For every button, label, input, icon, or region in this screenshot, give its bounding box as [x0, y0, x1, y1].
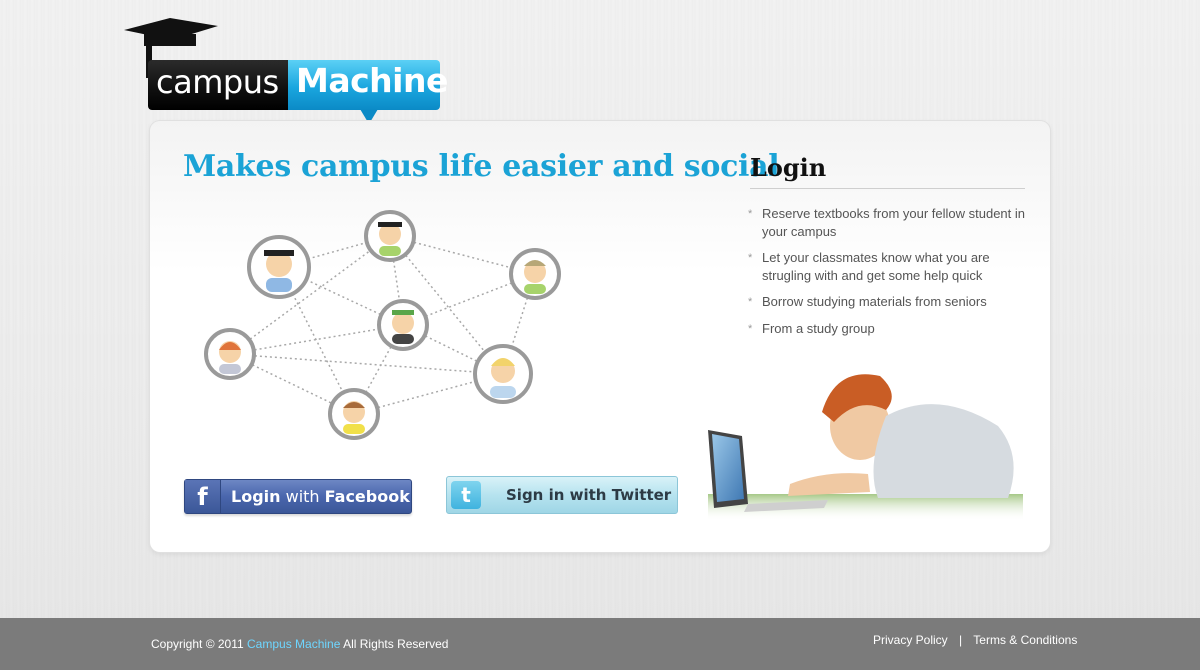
footer-separator: |	[959, 633, 963, 647]
campus-machine-logo[interactable]: campus Machine	[120, 18, 450, 124]
privacy-policy-link[interactable]: Privacy Policy	[873, 633, 948, 647]
feature-text: Borrow studying materials from seniors	[762, 294, 987, 309]
feature-text: Let your classmates know what you are st…	[762, 250, 990, 283]
twitter-button-label: Sign in with Twitter	[506, 486, 672, 504]
student-with-laptop-image	[708, 374, 1023, 521]
login-divider	[750, 188, 1025, 189]
footer-links: Privacy Policy | Terms & Conditions	[873, 633, 1077, 647]
feature-list: * Reserve textbooks from your fellow stud…	[748, 205, 1033, 346]
login-with-facebook-button[interactable]: f Login with Facebook	[184, 479, 412, 514]
logo-word-campus: campus	[156, 63, 279, 101]
main-card: Makes campus life easier and social Logi…	[150, 121, 1050, 552]
feature-item: * Borrow studying materials from seniors	[748, 293, 1033, 311]
avatar-cap-student	[364, 210, 416, 262]
copyright-text: Copyright © 2011 Campus Machine All Righ…	[151, 637, 449, 651]
terms-and-conditions-link[interactable]: Terms & Conditions	[973, 633, 1077, 647]
feature-text: From a study group	[762, 321, 875, 336]
social-network-illustration	[204, 210, 561, 440]
hero-tagline: Makes campus life easier and social	[183, 149, 780, 184]
logo-word-machine: Machine	[296, 61, 448, 100]
feature-item: * Let your classmates know what you are s…	[748, 249, 1033, 285]
feature-item: * Reserve textbooks from your fellow stud…	[748, 205, 1033, 241]
avatar-boy-right	[509, 248, 561, 300]
feature-text: Reserve textbooks from your fellow stude…	[762, 206, 1026, 239]
asterisk-icon: *	[748, 323, 753, 335]
login-heading: Login	[750, 153, 827, 182]
facebook-icon: f	[185, 480, 221, 513]
avatar-bottom	[328, 388, 380, 440]
sign-in-with-twitter-button[interactable]: t Sign in with Twitter	[446, 476, 678, 514]
feature-item: * From a study group	[748, 320, 1033, 338]
asterisk-icon: *	[748, 296, 753, 308]
facebook-button-label: Login with Facebook	[231, 487, 410, 506]
asterisk-icon: *	[748, 208, 753, 220]
twitter-icon: t	[451, 481, 481, 509]
avatar-center	[377, 299, 429, 351]
footer-brand-link[interactable]: Campus Machine	[247, 637, 340, 651]
avatar-girl-left	[204, 328, 256, 380]
asterisk-icon: *	[748, 252, 753, 264]
avatar-blond-thumbs-up	[473, 344, 533, 404]
avatar-graduate	[247, 235, 311, 299]
footer: Copyright © 2011 Campus Machine All Righ…	[0, 618, 1200, 670]
